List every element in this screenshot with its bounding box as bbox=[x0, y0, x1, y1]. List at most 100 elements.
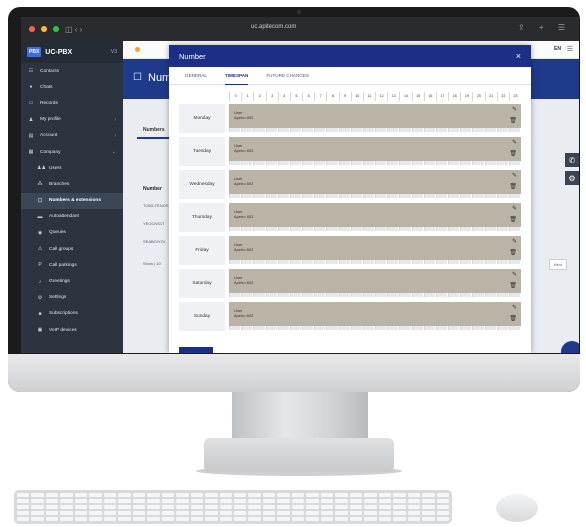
sidebar-item-voip-devices[interactable]: ▣ VoIP devices bbox=[21, 322, 123, 338]
hour-tick bbox=[448, 128, 460, 132]
sidebar-item-numbers-extensions[interactable]: ☐ Numbers & extensions bbox=[21, 192, 123, 209]
next-page-button[interactable]: Next bbox=[548, 259, 567, 270]
hour-label: 20 bbox=[472, 92, 484, 101]
phone-call-icon[interactable]: ✆ bbox=[565, 153, 579, 167]
hour-tick bbox=[314, 194, 326, 198]
hour-tick bbox=[338, 128, 350, 132]
hour-tick bbox=[253, 293, 265, 297]
keyboard-key bbox=[248, 517, 261, 521]
hour-label: 15 bbox=[411, 92, 424, 101]
hour-tick bbox=[338, 260, 350, 264]
pencil-icon[interactable]: ✎ bbox=[512, 205, 517, 212]
sidebar-item-account[interactable]: ▤ Account › bbox=[21, 128, 123, 144]
hour-tick bbox=[411, 326, 423, 330]
keyboard-key bbox=[31, 517, 44, 521]
tab-general[interactable]: GENERAL bbox=[185, 67, 207, 85]
page-size-select[interactable]: Show | 10 bbox=[143, 261, 161, 266]
sidebar-item-company[interactable]: ▦ Company ⌄ bbox=[21, 144, 123, 160]
close-window-icon[interactable] bbox=[29, 26, 35, 32]
sidebar-item-greetings[interactable]: ♪ Greetings bbox=[21, 273, 123, 289]
timespan-slot[interactable]: User Apeiro 802 ✎ 🗑 bbox=[229, 137, 521, 161]
sidebar-item-call-groups[interactable]: ⚠ Call groups bbox=[21, 241, 123, 257]
brand-version: V3 bbox=[110, 49, 117, 55]
table-row[interactable]: TOMCTENOS bbox=[143, 203, 168, 208]
pencil-icon[interactable]: ✎ bbox=[512, 238, 517, 245]
timespan-slot[interactable]: User Apeiro 802 ✎ 🗑 bbox=[229, 269, 521, 293]
sidebar-item-my-profile[interactable]: ♟ My profile › bbox=[21, 112, 123, 128]
keyboard-key bbox=[364, 493, 377, 497]
sidebar-item-records[interactable]: ▭ Records bbox=[21, 95, 123, 111]
hour-tick bbox=[362, 227, 375, 231]
hour-tick bbox=[484, 326, 496, 330]
hour-tick bbox=[460, 128, 472, 132]
gear-icon[interactable]: ⚙ bbox=[565, 171, 579, 185]
menu-icon[interactable]: ☰ bbox=[567, 45, 573, 53]
tab-timespan[interactable]: TIMESPAN bbox=[224, 67, 249, 85]
hour-tick bbox=[435, 293, 448, 297]
timespan-slot[interactable]: User Apeiro 802 ✎ 🗑 bbox=[229, 236, 521, 260]
timespan-slot[interactable]: User Apeiro 802 ✎ 🗑 bbox=[229, 302, 521, 326]
hour-label: 19 bbox=[460, 92, 472, 101]
save-button[interactable] bbox=[179, 347, 213, 353]
sidebar-item-branches[interactable]: ⁂ Branches bbox=[21, 176, 123, 192]
trash-icon[interactable]: 🗑 bbox=[509, 183, 517, 190]
trash-icon[interactable]: 🗑 bbox=[509, 282, 517, 289]
hour-tick bbox=[289, 128, 302, 132]
floating-action-button[interactable] bbox=[561, 341, 579, 353]
sidebar-item-users[interactable]: ♟♟ Users bbox=[21, 160, 123, 176]
notification-dot-icon[interactable] bbox=[135, 47, 140, 52]
sidebar-item-label: Contacts bbox=[40, 68, 59, 74]
tab-future-changes[interactable]: FUTURE CHANGES bbox=[266, 67, 309, 85]
keyboard-key bbox=[147, 493, 160, 497]
table-row[interactable]: YEOCNS1T bbox=[143, 221, 165, 226]
sidebar-item-queues[interactable]: ◉ Queues bbox=[21, 225, 123, 241]
pencil-icon[interactable]: ✎ bbox=[512, 271, 517, 278]
keyboard-key bbox=[364, 511, 377, 515]
address-bar[interactable]: uc.apitecom.com bbox=[251, 24, 296, 30]
hour-tick bbox=[435, 260, 448, 264]
close-icon[interactable]: × bbox=[516, 51, 521, 61]
trash-icon[interactable]: 🗑 bbox=[509, 216, 517, 223]
hour-label: 10 bbox=[350, 92, 363, 101]
trash-icon[interactable]: 🗑 bbox=[509, 315, 517, 322]
sidebar-list: ☷ Contacts ● Chats ▭ Records ♟ My profile › ▤ Acco… bbox=[21, 63, 123, 338]
sidebar-item-autoattendant[interactable]: ▬ Autoattendant bbox=[21, 209, 123, 225]
trash-icon[interactable]: 🗑 bbox=[509, 249, 517, 256]
slot-target: Apeiro 802 bbox=[234, 247, 254, 252]
table-row[interactable]: SEABOIYOI bbox=[143, 239, 165, 244]
pencil-icon[interactable]: ✎ bbox=[512, 106, 517, 113]
maximize-window-icon[interactable] bbox=[53, 26, 59, 32]
hour-tick bbox=[472, 194, 484, 198]
pencil-icon[interactable]: ✎ bbox=[512, 304, 517, 311]
hour-tick bbox=[435, 161, 448, 165]
sidebar-item-contacts[interactable]: ☷ Contacts bbox=[21, 63, 123, 79]
timespan-slot[interactable]: User Apeiro 802 ✎ 🗑 bbox=[229, 170, 521, 194]
pencil-icon[interactable]: ✎ bbox=[512, 172, 517, 179]
browser-nav-icons[interactable]: ◫ ‹ › bbox=[65, 25, 82, 34]
sidebar-item-settings[interactable]: ⚙ Settings bbox=[21, 290, 123, 306]
hour-tick bbox=[508, 293, 521, 297]
keyboard-key bbox=[291, 511, 305, 515]
timespan-slot[interactable]: User Apeiro 802 ✎ 🗑 bbox=[229, 203, 521, 227]
timespan-slot[interactable]: User Apeiro 802 ✎ 🗑 bbox=[229, 104, 521, 128]
minimize-window-icon[interactable] bbox=[41, 26, 47, 32]
day-row: Sunday User Apeiro 802 ✎ 🗑 bbox=[179, 302, 521, 333]
hour-tick bbox=[314, 260, 326, 264]
hour-tick bbox=[326, 293, 338, 297]
sidebar-item-chats[interactable]: ● Chats bbox=[21, 79, 123, 95]
keyboard-key bbox=[31, 493, 44, 497]
trash-icon[interactable]: 🗑 bbox=[509, 150, 517, 157]
hour-tick bbox=[460, 260, 472, 264]
keyboard-key bbox=[422, 511, 435, 515]
sidebar-item-subscriptions[interactable]: ■ Subscriptions bbox=[21, 306, 123, 322]
keyboard-key bbox=[147, 517, 160, 521]
browser-actions-icons[interactable]: ⇪ + ☰ bbox=[518, 23, 571, 32]
day-row: Thursday User Apeiro 802 ✎ 🗑 bbox=[179, 203, 521, 234]
language-selector[interactable]: EN bbox=[554, 46, 561, 52]
sidebar-item-call-parkings[interactable]: P Call parkings bbox=[21, 257, 123, 273]
hour-tick bbox=[460, 194, 472, 198]
keyboard-key bbox=[262, 493, 276, 497]
trash-icon[interactable]: 🗑 bbox=[509, 117, 517, 124]
pencil-icon[interactable]: ✎ bbox=[512, 139, 517, 146]
tab-numbers[interactable]: Numbers bbox=[143, 127, 165, 133]
